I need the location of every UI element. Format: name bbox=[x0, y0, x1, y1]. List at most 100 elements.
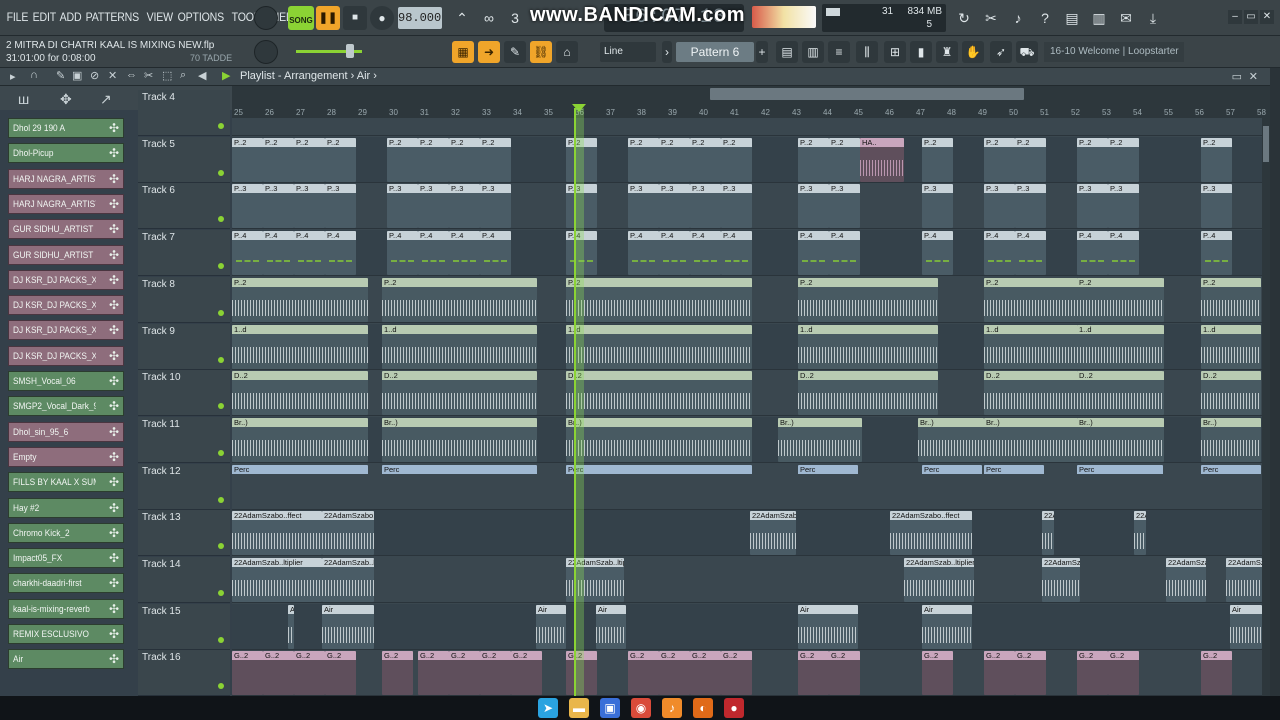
channel-item[interactable]: Air ✣ bbox=[8, 649, 124, 670]
undo-icon[interactable]: ↻ bbox=[952, 6, 976, 30]
playlist-clip[interactable]: P..3 bbox=[1108, 184, 1139, 229]
playlist-clip[interactable]: D..2 bbox=[566, 371, 752, 416]
channel-add-icon[interactable]: ✣ bbox=[109, 652, 119, 666]
playlist-clip[interactable]: P..3 bbox=[325, 184, 356, 229]
playlist-clip[interactable]: P..2 bbox=[449, 137, 480, 182]
shop-icon[interactable]: ⛟ bbox=[1016, 41, 1038, 63]
select-tool-icon[interactable]: ⬚ bbox=[162, 69, 172, 82]
channel-item[interactable]: Hay #2 ✣ bbox=[8, 497, 124, 518]
channel-item[interactable]: HARJ NAGRA_ARTIST S.. ✣ bbox=[8, 168, 124, 189]
playlist-clip[interactable]: Perc bbox=[566, 464, 752, 509]
playlist-clip[interactable]: G..2 bbox=[480, 651, 511, 696]
track-lane[interactable] bbox=[232, 510, 1262, 557]
channel-item[interactable]: Dhol-Picup ✣ bbox=[8, 143, 124, 164]
channel-add-icon[interactable]: ✣ bbox=[109, 121, 119, 135]
track-mute-led[interactable] bbox=[218, 403, 224, 410]
playlist-clip[interactable]: P..2 bbox=[382, 277, 537, 322]
menu-options[interactable]: OPTIONS bbox=[175, 10, 227, 24]
playlist-clip[interactable]: P..3 bbox=[922, 184, 953, 229]
track-header[interactable]: Track 15 bbox=[138, 603, 230, 650]
track-header[interactable]: Track 14 bbox=[138, 557, 230, 603]
channel-add-icon[interactable]: ✣ bbox=[109, 627, 119, 641]
master-volume-knob[interactable] bbox=[254, 40, 278, 64]
store-icon[interactable]: ▣ bbox=[600, 698, 620, 718]
playlist-clip[interactable]: P..4 bbox=[690, 231, 721, 276]
track-mute-led[interactable] bbox=[218, 216, 224, 223]
render-icon[interactable]: ▥ bbox=[1087, 6, 1111, 30]
playlist-clip[interactable]: Br..) bbox=[918, 417, 984, 462]
playlist-clip[interactable]: G..2 bbox=[418, 651, 449, 696]
playlist-clip[interactable]: G..2 bbox=[1077, 651, 1108, 696]
menu-file[interactable]: FILE bbox=[4, 10, 31, 24]
track-mute-led[interactable] bbox=[218, 636, 224, 643]
playlist-clip[interactable]: P..4 bbox=[659, 231, 690, 276]
master-pitch-knob[interactable] bbox=[254, 6, 278, 30]
playlist-clip[interactable]: P..3 bbox=[984, 184, 1015, 229]
playlist-clip[interactable]: 22AdamSzab..ltiplier bbox=[904, 558, 974, 602]
playlist-clip[interactable]: P..3 bbox=[829, 184, 860, 229]
playlist-clip[interactable]: P..3 bbox=[798, 184, 829, 229]
fl-studio-icon[interactable]: ♪ bbox=[662, 698, 682, 718]
track-lane[interactable] bbox=[232, 603, 1262, 650]
playlist-clip[interactable]: P..2 bbox=[628, 137, 659, 182]
pattern-prev-icon[interactable]: › bbox=[662, 41, 672, 63]
channel-add-icon[interactable]: ✣ bbox=[109, 602, 119, 616]
playlist-clip[interactable]: Perc bbox=[922, 464, 982, 509]
playlist-clip[interactable]: G..2 bbox=[798, 651, 829, 696]
channel-item[interactable]: Dhol 29 190 A ✣ bbox=[8, 118, 124, 138]
playlist-clip[interactable]: P..4 bbox=[984, 231, 1015, 276]
track-lane[interactable] bbox=[232, 557, 1262, 603]
menu-view[interactable]: VIEW bbox=[144, 10, 176, 24]
playlist-clip[interactable]: P..2 bbox=[566, 277, 752, 322]
channel-add-icon[interactable]: ✣ bbox=[109, 475, 119, 489]
playlist-clip[interactable]: P..2 bbox=[984, 137, 1015, 182]
playlist-clip[interactable]: P..3 bbox=[628, 184, 659, 229]
scissors-icon[interactable]: ✂ bbox=[979, 6, 1003, 30]
track-header[interactable]: Track 4 bbox=[138, 90, 230, 136]
channel-item[interactable]: Empty ✣ bbox=[8, 446, 124, 467]
vertical-scrollbar-thumb[interactable] bbox=[1263, 126, 1269, 162]
bar-ruler[interactable]: 25 26 27 28 29 30 31 32 33 34 35 36 37 38 39 40 41 42 43 44… bbox=[232, 108, 1270, 118]
save-icon[interactable]: ▤ bbox=[1060, 6, 1084, 30]
arrangement-grid[interactable]: P..2 P..2 P..2 P..2 P..2 P..2 P..2 P..2 P..2 P..2… bbox=[232, 118, 1262, 696]
stamp-icon[interactable]: ⌂ bbox=[556, 41, 578, 63]
playlist-clip[interactable]: Perc bbox=[1077, 464, 1163, 509]
playlist-clip[interactable]: P..4 bbox=[1077, 231, 1108, 276]
channel-add-icon[interactable]: ✣ bbox=[109, 172, 119, 186]
minimize-icon[interactable]: – bbox=[1228, 10, 1242, 24]
playlist-clip[interactable]: P..3 bbox=[659, 184, 690, 229]
slip-tool-icon[interactable]: ⇔ bbox=[126, 69, 137, 81]
folder-icon[interactable]: ▬ bbox=[569, 698, 589, 718]
playlist-clip[interactable]: P..2 bbox=[690, 137, 721, 182]
record-icon[interactable]: ● bbox=[724, 698, 744, 718]
channel-item[interactable]: DJ KSR_DJ PACKS_X_X.. ✣ bbox=[8, 295, 124, 316]
mixer-icon[interactable]: ≡ bbox=[828, 41, 850, 63]
delete-tool-icon[interactable]: ⊘ bbox=[90, 69, 99, 82]
track-header[interactable]: Track 7 bbox=[138, 230, 230, 277]
help-icon[interactable]: ? bbox=[1033, 6, 1057, 30]
piano-roll-icon[interactable]: ▦ bbox=[452, 41, 474, 63]
channel-add-icon[interactable]: ✣ bbox=[109, 298, 119, 312]
zoom-tool-icon[interactable]: ⌕ bbox=[180, 69, 186, 82]
playlist-clip[interactable]: P..2 bbox=[1077, 277, 1163, 322]
audio-mode-icon[interactable]: ↗ bbox=[100, 91, 112, 108]
magnet-icon[interactable]: ∩ bbox=[30, 69, 38, 81]
playlist-clip[interactable]: 22AdamSzab..ltiplier bbox=[1226, 558, 1262, 602]
playlist-clip[interactable]: P..3 bbox=[1015, 184, 1046, 229]
playlist-clip[interactable]: Br..) bbox=[778, 417, 862, 462]
playlist-clip[interactable]: P..2 bbox=[1108, 137, 1139, 182]
playlist-clip[interactable]: P..2 bbox=[325, 137, 356, 182]
playlist-clip[interactable]: P..2 bbox=[659, 137, 690, 182]
playlist-clip[interactable]: P..2 bbox=[1201, 137, 1232, 182]
piano-roll-window-icon[interactable]: ⫼ bbox=[856, 41, 878, 63]
channel-item[interactable]: DJ KSR_DJ PACKS_X_X.. ✣ bbox=[8, 345, 124, 366]
playlist-clip[interactable]: P..4 bbox=[1201, 231, 1232, 276]
playlist-clip[interactable]: D..2 bbox=[382, 371, 537, 416]
playlist-clip[interactable]: P..3 bbox=[232, 184, 263, 229]
playlist-clip[interactable]: P..2 bbox=[922, 137, 953, 182]
paint-tool-icon[interactable]: ▣ bbox=[72, 69, 82, 82]
playlist-clip[interactable]: P..4 bbox=[628, 231, 659, 276]
playlist-clip[interactable]: P..4 bbox=[449, 231, 480, 276]
playlist-clip[interactable]: D..2 bbox=[1201, 371, 1261, 416]
track-mute-led[interactable] bbox=[218, 496, 224, 503]
